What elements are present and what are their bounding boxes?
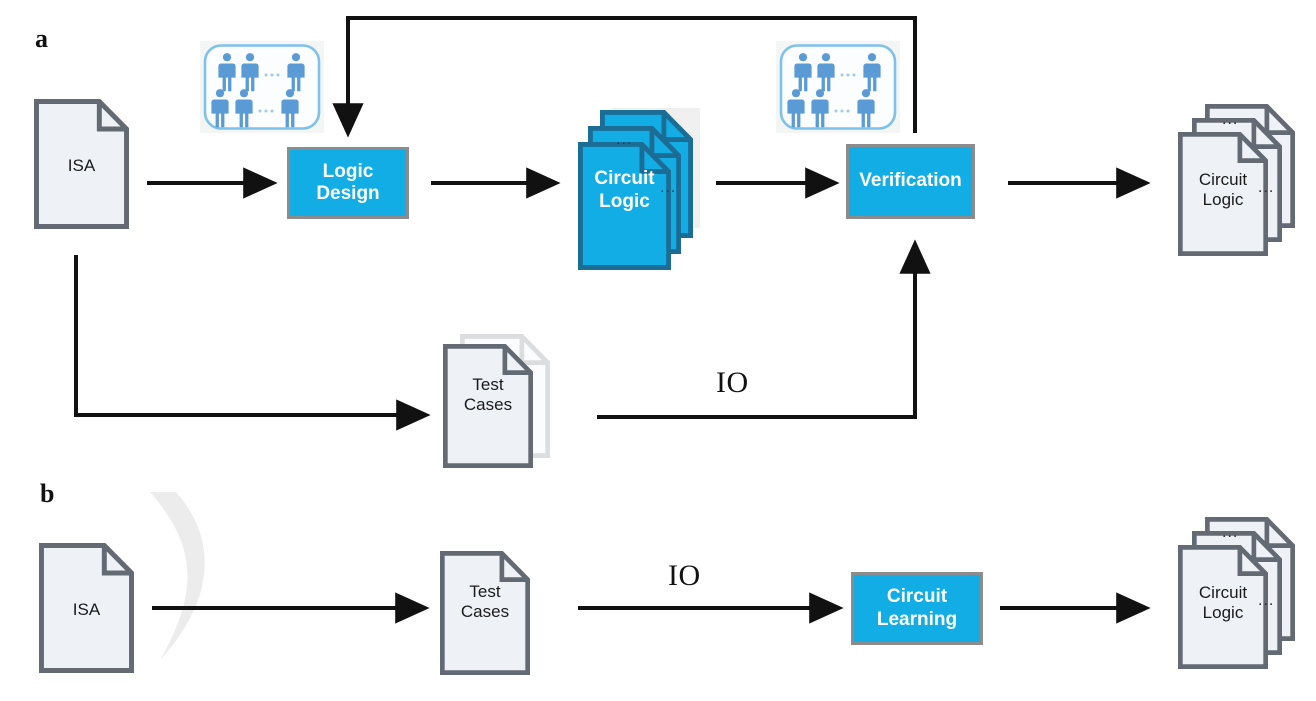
circuit-logic-output-ellipsis-top-a: ... — [1222, 111, 1239, 128]
verification-engineers-icon — [776, 41, 900, 133]
logic-design-label-line1: Logic — [322, 160, 374, 182]
arrow-isa-to-test-cases — [74, 255, 431, 431]
designers-group-icon — [200, 41, 324, 133]
verification-box[interactable]: Verification — [846, 144, 975, 219]
circuit-logic-stack-output-a — [1180, 106, 1292, 253]
isa-document-shape — [36, 102, 126, 227]
circuit-logic-stack-blue — [580, 108, 700, 268]
logic-design-label-line2: Design — [316, 183, 380, 204]
arrow-io-to-verification — [597, 239, 931, 419]
diagram-vector-layer — [0, 16, 1316, 701]
test-cases-document-b — [442, 553, 527, 672]
panel-label-a: a — [35, 24, 48, 53]
figure-canvas: a b Logic Design Verification Circuit Le… — [0, 0, 1316, 701]
panel-label-b: b — [40, 479, 55, 508]
circuit-logic-stack-output-b — [1180, 519, 1292, 666]
test-cases-document-a — [445, 336, 547, 465]
io-edge-label-a: IO — [716, 366, 749, 399]
circuit-logic-output-ellipsis-side-a: ... — [1258, 179, 1275, 196]
isa-document-shape-b — [41, 546, 131, 671]
circuit-logic-output-ellipsis-side-b: ... — [1258, 592, 1275, 609]
circuit-logic-blue-ellipsis-top: ... — [616, 131, 633, 148]
circuit-learning-label-line2: Learning — [876, 608, 958, 630]
verification-label: Verification — [859, 170, 962, 192]
logic-design-box[interactable]: Logic Design — [287, 147, 409, 219]
circuit-learning-box[interactable]: Circuit Learning — [851, 572, 983, 645]
circuit-logic-output-ellipsis-top-b: ... — [1222, 524, 1239, 541]
background-watermark — [150, 492, 205, 660]
circuit-logic-blue-ellipsis-side: ... — [660, 179, 677, 196]
circuit-learning-label-line1: Circuit — [886, 586, 948, 608]
io-edge-label-b: IO — [668, 559, 701, 592]
